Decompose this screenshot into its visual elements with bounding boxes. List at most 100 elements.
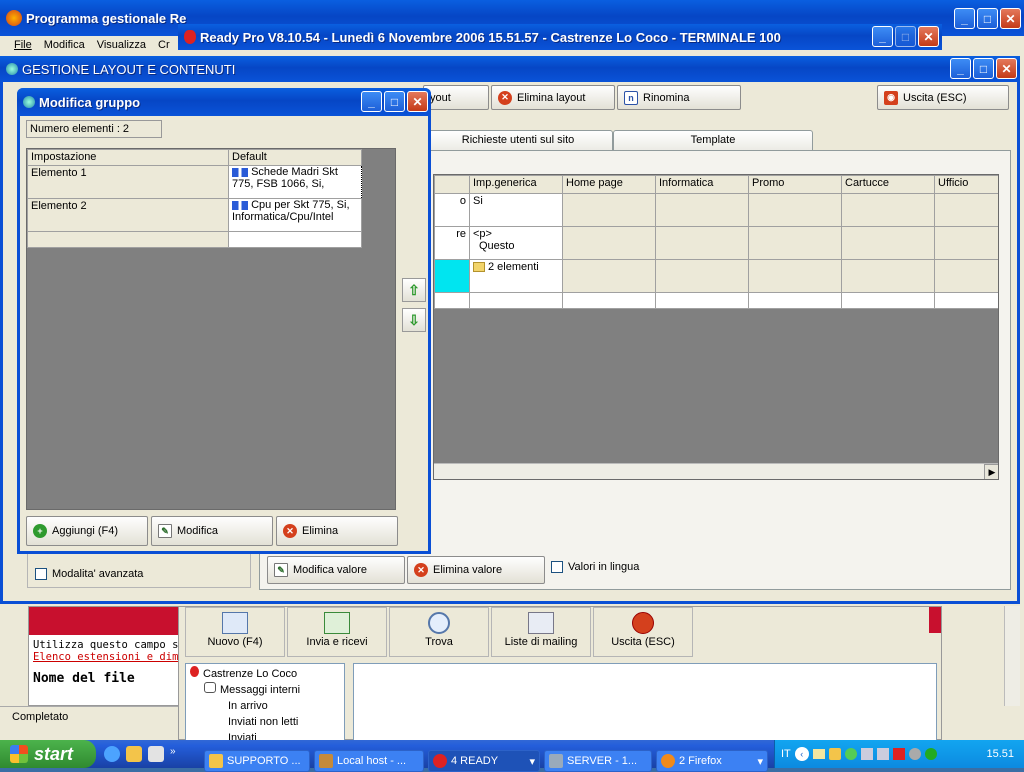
tree-root[interactable]: Castrenze Lo Coco [190, 666, 340, 682]
readypro-minimize-button[interactable]: _ [872, 26, 893, 47]
table-row[interactable]: 2 elementi [434, 259, 998, 293]
taskbar-item-localhost[interactable]: Local host - ... [314, 750, 424, 772]
grid-cell[interactable] [748, 193, 842, 227]
tray-app-icon[interactable] [908, 748, 921, 760]
grid-header-cartucce[interactable]: Cartucce [841, 175, 935, 194]
modalita-avanzata-checkbox[interactable]: Modalita' avanzata [35, 568, 143, 581]
table-row[interactable]: re <p> Questo [434, 226, 998, 260]
dialog-close-button[interactable]: ✕ [407, 91, 428, 112]
tray-phone-icon[interactable] [924, 748, 937, 760]
grid-cell[interactable] [934, 259, 998, 293]
grid-header-ufficio[interactable]: Ufficio [934, 175, 998, 194]
tray-app-icon[interactable] [892, 748, 905, 760]
app-icon[interactable] [126, 746, 142, 762]
grid-cell-selected[interactable] [434, 259, 470, 293]
menu-file[interactable]: File [14, 39, 32, 51]
grid-header-imp-generica[interactable]: Imp.generica [469, 175, 563, 194]
taskbar-item-supporto[interactable]: SUPPORTO ... [204, 750, 310, 772]
liste-mailing-button[interactable]: Liste di mailing [491, 607, 591, 657]
element-value[interactable]: Cpu per Skt 775, Si, Informatica/Cpu/Int… [228, 198, 362, 232]
readypro-maximize-button[interactable]: □ [895, 26, 916, 47]
app-icon[interactable] [148, 746, 164, 762]
elimina-button[interactable]: ✕ Elimina [276, 516, 398, 546]
language-indicator[interactable]: IT [781, 748, 791, 760]
grid-cell[interactable] [562, 292, 656, 309]
tray-network-icon[interactable] [860, 748, 873, 760]
grid-header-informatica[interactable]: Informatica [655, 175, 749, 194]
firefox-minimize-button[interactable]: _ [954, 8, 975, 29]
taskbar-item-firefox[interactable]: 2 Firefox ▾ [656, 750, 768, 772]
trova-button[interactable]: Trova [389, 607, 489, 657]
grid-cell[interactable] [562, 226, 656, 260]
checkbox-box[interactable] [35, 568, 47, 581]
elimina-layout-button[interactable]: ✕ Elimina layout [491, 85, 615, 110]
readypro-close-button[interactable]: ✕ [918, 26, 939, 47]
element-value[interactable] [228, 231, 362, 248]
start-button[interactable]: start [0, 740, 96, 768]
grid-cell[interactable]: Si [469, 193, 563, 227]
grid-cell[interactable] [841, 193, 935, 227]
gestione-minimize-button[interactable]: _ [950, 58, 971, 79]
layout-button[interactable]: yout [423, 85, 489, 110]
gestione-maximize-button[interactable]: □ [973, 58, 994, 79]
browser-vertical-scrollbar[interactable] [1004, 606, 1020, 706]
tree-inviati-non-letti[interactable]: Inviati non letti [190, 714, 340, 730]
dialog-maximize-button[interactable]: □ [384, 91, 405, 112]
table-row[interactable] [434, 292, 998, 309]
table-row[interactable]: Elemento 1 Schede Madri Skt 775, FSB 106… [27, 165, 362, 199]
grid-header-home-page[interactable]: Home page [562, 175, 656, 194]
tray-expand-icon[interactable]: ‹ [794, 747, 809, 761]
scroll-right-icon[interactable]: ▶ [984, 464, 998, 479]
gestione-close-button[interactable]: ✕ [996, 58, 1017, 79]
grid-cell[interactable] [748, 292, 842, 309]
browser-link[interactable]: Elenco estensioni e dimen [29, 651, 179, 663]
grid-cell[interactable] [841, 259, 935, 293]
move-down-button[interactable]: ⇩ [402, 308, 426, 332]
grid-horizontal-scrollbar[interactable]: ▶ [434, 463, 998, 479]
menu-visualizza[interactable]: Visualizza [97, 39, 146, 51]
grid-cell[interactable] [748, 259, 842, 293]
elimina-valore-button[interactable]: ✕ Elimina valore [407, 556, 545, 584]
grid-cell[interactable] [841, 226, 935, 260]
tab-template[interactable]: Template [613, 130, 813, 150]
element-value[interactable]: Schede Madri Skt 775, FSB 1066, Si, [228, 165, 362, 199]
grid-cell[interactable] [562, 259, 656, 293]
grid-cell[interactable] [655, 193, 749, 227]
tray-mail-icon[interactable] [812, 749, 825, 759]
move-up-button[interactable]: ⇧ [402, 278, 426, 302]
header-default[interactable]: Default [228, 149, 362, 166]
rinomina-button[interactable]: n Rinomina [617, 85, 741, 110]
header-impostazione[interactable]: Impostazione [27, 149, 229, 166]
table-row[interactable]: Elemento 2 Cpu per Skt 775, Si, Informat… [27, 198, 362, 232]
valori-lingua-checkbox[interactable]: Valori in lingua [551, 561, 639, 574]
taskbar-item-ready[interactable]: 4 READY ▾ [428, 750, 540, 772]
taskbar-item-server[interactable]: SERVER - 1... [544, 750, 652, 772]
invia-ricevi-button[interactable]: Invia e ricevi [287, 607, 387, 657]
grid-cell[interactable] [934, 193, 998, 227]
grid-cell[interactable] [655, 259, 749, 293]
tray-app-icon[interactable] [828, 748, 841, 760]
chevron-icon[interactable]: » [170, 746, 176, 762]
table-row[interactable]: o Si [434, 193, 998, 227]
tray-network-icon[interactable] [876, 748, 889, 760]
grid-cell[interactable] [934, 292, 998, 309]
grid-cell[interactable] [934, 226, 998, 260]
grid-cell[interactable] [748, 226, 842, 260]
grid-cell[interactable] [562, 193, 656, 227]
table-row[interactable] [27, 231, 362, 248]
firefox-maximize-button[interactable]: □ [977, 8, 998, 29]
grid-cell[interactable]: 2 elementi [469, 259, 563, 293]
tree-messaggi-interni[interactable]: Messaggi interni [190, 682, 340, 698]
ie-icon[interactable] [104, 746, 120, 762]
uscita-button[interactable]: ◉ Uscita (ESC) [877, 85, 1009, 110]
grid-cell[interactable]: <p> Questo [469, 226, 563, 260]
modifica-valore-button[interactable]: ✎ Modifica valore [267, 556, 405, 584]
grid-cell[interactable] [469, 292, 563, 309]
dialog-minimize-button[interactable]: _ [361, 91, 382, 112]
grid-cell[interactable] [841, 292, 935, 309]
tray-user-icon[interactable] [844, 748, 857, 760]
menu-cr[interactable]: Cr [158, 39, 170, 51]
firefox-close-button[interactable]: ✕ [1000, 8, 1021, 29]
nuovo-button[interactable]: Nuovo (F4) [185, 607, 285, 657]
modifica-button[interactable]: ✎ Modifica [151, 516, 273, 546]
